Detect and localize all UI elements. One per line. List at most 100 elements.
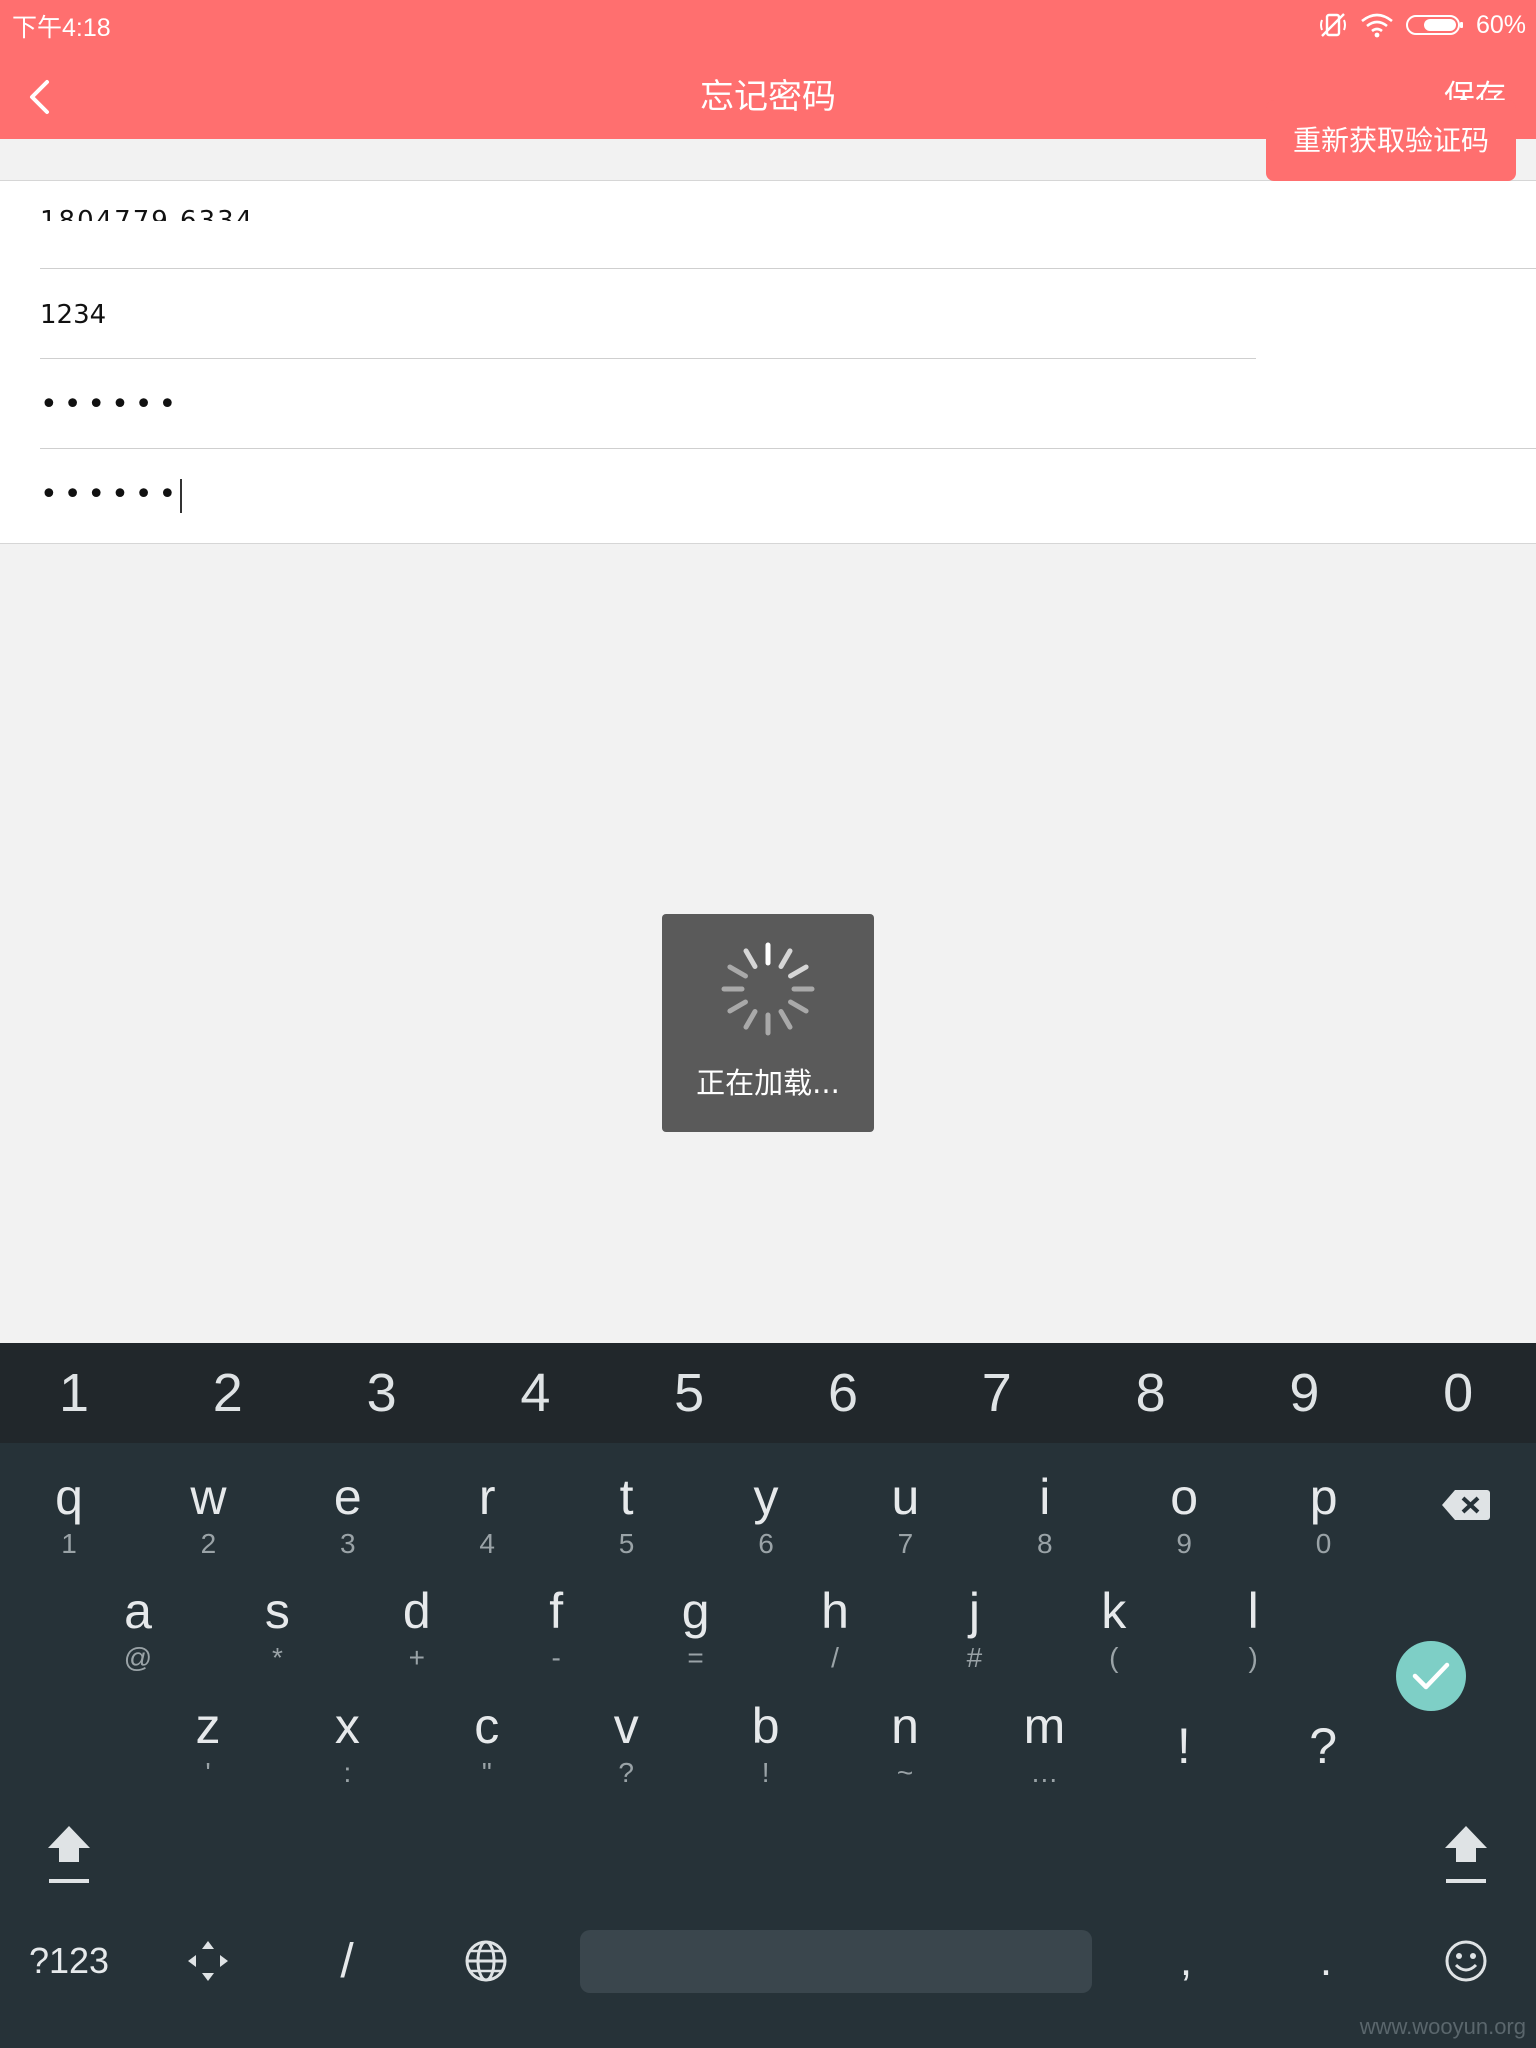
key-label: q	[55, 1469, 83, 1525]
key-hint: (	[1109, 1642, 1119, 1673]
backspace-key[interactable]	[1406, 1455, 1526, 1555]
status-time: 下午4:18	[12, 14, 111, 42]
emoji-key[interactable]	[1406, 1911, 1526, 2011]
key-exclamation[interactable]: !	[1124, 1686, 1244, 1806]
key-f[interactable]: f-	[496, 1571, 616, 1691]
key-hint: …	[1030, 1757, 1059, 1788]
key-label: ?	[1309, 1718, 1338, 1774]
phone-row: 1804779 6334	[40, 181, 1536, 269]
key-label: m	[1023, 1698, 1066, 1754]
text-caret	[180, 478, 183, 513]
key-d[interactable]: d +	[357, 1571, 477, 1691]
symbols-key[interactable]: ?123	[9, 1911, 129, 2011]
spinner-tick	[743, 948, 758, 969]
key-o[interactable]: o9	[1124, 1457, 1244, 1577]
key-hint: ~	[896, 1757, 914, 1788]
number-key-1[interactable]: 1	[24, 1343, 124, 1443]
key-label: j	[968, 1583, 980, 1639]
space-bar[interactable]	[580, 1930, 1092, 1993]
key-e[interactable]: e3	[288, 1457, 408, 1577]
key-q[interactable]: q1	[9, 1457, 129, 1577]
key-hint: 4	[479, 1528, 495, 1559]
number-key-4[interactable]: 4	[485, 1343, 585, 1443]
key-label: g	[681, 1583, 710, 1639]
key-hint: :	[343, 1757, 352, 1788]
key-i[interactable]: i8	[985, 1457, 1105, 1577]
status-icons: 60%	[1318, 8, 1526, 42]
key-p[interactable]: p0	[1264, 1457, 1384, 1577]
key-label: n	[891, 1698, 919, 1754]
globe-icon	[465, 1940, 507, 1982]
new-password-field[interactable]: ••••••	[40, 361, 182, 449]
key-x[interactable]: x:	[287, 1686, 407, 1806]
shift-key-right[interactable]	[1406, 1805, 1526, 1905]
key-label: z	[195, 1698, 221, 1754]
slash-key[interactable]: /	[287, 1911, 407, 2011]
key-hint: 5	[618, 1528, 635, 1559]
key-s[interactable]: s *	[217, 1571, 337, 1691]
number-key-0[interactable]: 0	[1408, 1343, 1508, 1443]
key-c[interactable]: c "	[427, 1686, 547, 1806]
key-hint: '	[205, 1757, 211, 1788]
key-u[interactable]: u7	[845, 1457, 965, 1577]
key-question[interactable]: ?	[1263, 1686, 1383, 1806]
key-label: u	[891, 1469, 920, 1525]
key-label: c	[474, 1698, 500, 1754]
confirm-password-field[interactable]: ••••••	[40, 451, 183, 539]
verification-code-field[interactable]: 1234	[40, 271, 106, 359]
key-hint: 6	[758, 1528, 774, 1559]
spinner-icon	[721, 942, 815, 1036]
key-n[interactable]: n ~	[845, 1686, 965, 1806]
battery-icon	[1405, 15, 1463, 35]
resend-code-button[interactable]: 重新获取验证码	[1266, 100, 1516, 181]
key-hint: +	[408, 1642, 425, 1673]
key-label: x	[334, 1698, 360, 1754]
number-key-2[interactable]: 2	[178, 1343, 278, 1443]
key-hint: 9	[1176, 1528, 1192, 1559]
shift-key-left[interactable]	[9, 1805, 129, 1905]
key-k[interactable]: k(	[1054, 1571, 1174, 1691]
number-key-3[interactable]: 3	[332, 1343, 432, 1443]
key-label: l	[1247, 1583, 1259, 1639]
key-hint: =	[687, 1642, 704, 1673]
key-label: e	[333, 1469, 362, 1525]
number-key-9[interactable]: 9	[1254, 1343, 1354, 1443]
mute-icon	[1319, 13, 1346, 37]
enter-key[interactable]	[1396, 1641, 1466, 1711]
language-key[interactable]	[426, 1911, 546, 2011]
key-label: p	[1309, 1469, 1338, 1525]
key-v[interactable]: v?	[566, 1686, 686, 1806]
key-a[interactable]: a @	[78, 1571, 198, 1691]
code-row: 1234	[40, 271, 1256, 359]
key-h[interactable]: h /	[775, 1571, 895, 1691]
key-y[interactable]: y6	[706, 1457, 826, 1577]
key-label: h	[821, 1583, 849, 1639]
wifi-icon	[1361, 13, 1393, 38]
spinner-tick	[727, 999, 748, 1014]
key-r[interactable]: r4	[427, 1457, 547, 1577]
key-m[interactable]: m…	[984, 1686, 1104, 1806]
key-g[interactable]: g =	[636, 1571, 756, 1691]
shift-icon	[1445, 1826, 1487, 1883]
number-key-5[interactable]: 5	[639, 1343, 739, 1443]
key-l[interactable]: l)	[1193, 1571, 1313, 1691]
key-z[interactable]: z '	[148, 1686, 268, 1806]
key-w[interactable]: w2	[148, 1457, 268, 1577]
key-j[interactable]: j #	[914, 1571, 1034, 1691]
key-hint: ?	[618, 1757, 634, 1788]
number-key-8[interactable]: 8	[1101, 1343, 1201, 1443]
key-t[interactable]: t5	[567, 1457, 687, 1577]
key-hint: -	[551, 1642, 561, 1673]
password-row: ••••••	[40, 361, 1536, 449]
key-b[interactable]: b!	[706, 1686, 826, 1806]
period-key[interactable]: .	[1266, 1911, 1386, 2011]
cursor-move-key[interactable]	[148, 1911, 268, 2011]
loading-text: 正在加载...	[696, 1066, 840, 1100]
number-key-6[interactable]: 6	[793, 1343, 893, 1443]
confirm-password-value: ••••••	[40, 477, 183, 512]
shift-icon	[48, 1826, 90, 1883]
comma-key[interactable]: ,	[1126, 1911, 1246, 2011]
spinner-tick	[743, 1009, 758, 1030]
number-key-7[interactable]: 7	[947, 1343, 1047, 1443]
phone-field[interactable]: 1804779 6334	[40, 181, 254, 221]
